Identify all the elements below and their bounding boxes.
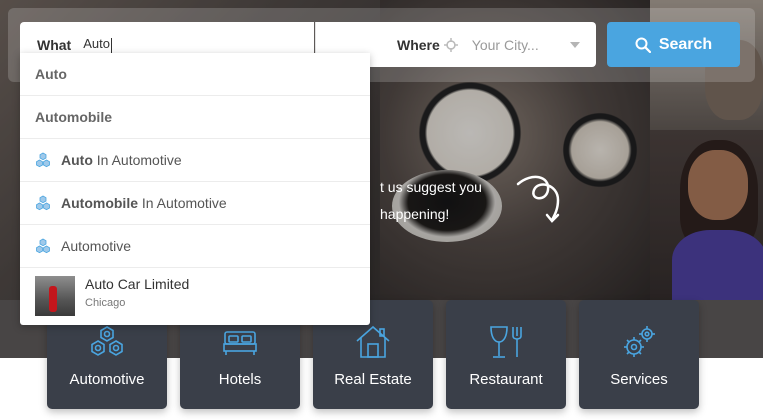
dining-icon	[490, 326, 522, 358]
suggestion-context: Automotive	[61, 238, 132, 254]
category-label: Hotels	[218, 371, 262, 388]
where-input[interactable]	[471, 36, 567, 53]
category-card-restaurant[interactable]: Restaurant	[446, 300, 566, 409]
hero-tagline: t us suggest you happening!	[380, 174, 482, 228]
suggestion-place[interactable]: Auto Car Limited Chicago	[20, 268, 370, 325]
suggestion-context: In Automotive	[138, 195, 227, 211]
category-cubes-icon	[36, 195, 50, 211]
bed-icon	[223, 331, 257, 355]
text-caret	[110, 37, 112, 53]
place-city: Chicago	[85, 297, 126, 309]
chevron-down-icon[interactable]	[570, 42, 580, 48]
where-label: Where	[397, 36, 440, 53]
suggestion-category[interactable]: Automobile In Automotive	[20, 182, 370, 225]
suggestion-context: In Automotive	[92, 152, 182, 168]
suggestion-category[interactable]: Auto In Automotive	[20, 139, 370, 182]
suggestion-match: Auto	[61, 152, 93, 168]
category-cubes-icon	[36, 152, 50, 168]
suggestion-text: Automobile	[35, 109, 112, 125]
category-card-services[interactable]: Services	[579, 300, 699, 409]
swirl-arrow-icon	[516, 175, 560, 223]
hero-tagline-line2: happening!	[380, 206, 450, 222]
category-label: Real Estate	[334, 371, 412, 388]
suggestion-text: Auto	[35, 66, 67, 82]
autocomplete-dropdown: Auto Automobile Auto In Automotive Autom…	[20, 53, 370, 325]
category-label: Services	[610, 371, 668, 388]
crosshair-icon[interactable]	[443, 37, 458, 52]
search-icon	[635, 37, 651, 53]
place-thumbnail	[35, 276, 75, 316]
category-label: Restaurant	[469, 371, 543, 388]
hero-tagline-line1: t us suggest you	[380, 179, 482, 195]
search-button[interactable]: Search	[607, 22, 740, 67]
what-input[interactable]: Auto	[83, 36, 112, 53]
place-title: Auto Car Limited	[85, 276, 190, 292]
suggestion-keyword[interactable]: Auto	[20, 53, 370, 96]
what-input-value: Auto	[83, 36, 110, 52]
suggestion-match: Automobile	[61, 195, 138, 211]
what-label: What	[37, 36, 72, 53]
category-cubes-icon	[36, 238, 50, 254]
suggestion-text: Automotive	[61, 238, 131, 254]
category-label: Automotive	[69, 371, 145, 388]
suggestion-text: Automobile In Automotive	[61, 195, 227, 211]
search-button-label: Search	[658, 35, 713, 53]
house-icon	[356, 325, 390, 358]
cogs-icon	[624, 326, 655, 357]
suggestion-text: Auto In Automotive	[61, 152, 182, 168]
gears-icon	[91, 326, 123, 356]
suggestion-category[interactable]: Automotive	[20, 225, 370, 268]
suggestion-keyword[interactable]: Automobile	[20, 96, 370, 139]
